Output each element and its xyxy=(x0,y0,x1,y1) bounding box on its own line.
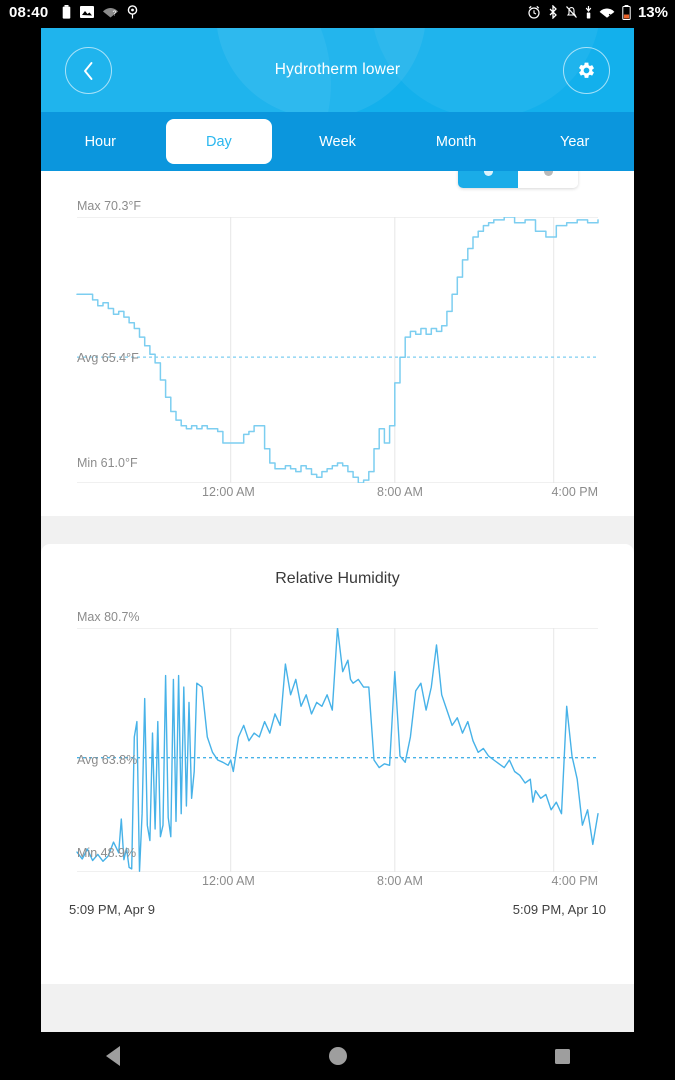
range-start-label: 5:09 PM, Apr 9 xyxy=(69,513,155,516)
tab-month[interactable]: Month xyxy=(397,112,516,171)
status-bar-right-icons: 13% xyxy=(527,4,668,21)
humidity-x-axis: 12:00 AM 8:00 AM 4:00 PM xyxy=(77,872,598,894)
app-window: Hydrotherm lower Hour Day Week Month Yea… xyxy=(41,28,634,1032)
gear-icon xyxy=(579,62,594,78)
x-tick-label: 12:00 AM xyxy=(202,874,255,888)
period-tab-bar[interactable]: Hour Day Week Month Year xyxy=(41,112,634,171)
nav-home-button[interactable] xyxy=(308,1032,368,1080)
x-tick-label: 4:00 PM xyxy=(551,485,598,499)
humidity-chart-card: Relative Humidity Max 80.7% Avg 63.8% Mi… xyxy=(41,544,634,984)
alarm-icon xyxy=(528,5,540,19)
tab-label: Month xyxy=(435,133,477,150)
temperature-plot: Max 70.3°F Avg 65.4°F Min 61.0°F xyxy=(41,171,634,483)
tab-hour[interactable]: Hour xyxy=(41,112,160,171)
tab-label: Year xyxy=(560,133,590,150)
range-end-label: 5:09 PM, Apr 10 xyxy=(512,902,606,917)
battery-low-icon xyxy=(622,4,631,20)
wifi-question-icon: ? xyxy=(103,8,119,18)
bluetooth-icon xyxy=(549,5,557,19)
back-triangle-icon xyxy=(105,1046,120,1066)
status-bar-left-icons: ? xyxy=(62,5,138,19)
back-button[interactable] xyxy=(65,47,112,94)
nav-back-button[interactable] xyxy=(83,1032,143,1080)
status-bar-clock: 08:40 xyxy=(9,3,49,21)
temperature-line-chart xyxy=(76,217,599,483)
temperature-range-row: 5:09 PM, Apr 9 5:09 PM, Apr 10 xyxy=(63,513,612,516)
temperature-x-axis: 12:00 AM 8:00 AM 4:00 PM xyxy=(77,483,598,505)
image-icon xyxy=(80,6,95,18)
range-start-label: 5:09 PM, Apr 9 xyxy=(69,902,155,917)
humidity-range-row: 5:09 PM, Apr 9 5:09 PM, Apr 10 xyxy=(63,902,612,928)
battery-icon xyxy=(63,5,71,19)
tab-label: Day xyxy=(205,133,232,150)
tab-label: Week xyxy=(319,133,356,150)
notifications-off-icon xyxy=(565,6,577,18)
scroll-content[interactable]: Max 70.3°F Avg 65.4°F Min 61.0°F 12:00 A… xyxy=(41,171,634,1032)
tab-label: Hour xyxy=(84,133,117,150)
card-separator xyxy=(41,516,634,544)
content-bottom-filler xyxy=(41,984,634,1032)
x-tick-label: 8:00 AM xyxy=(377,485,423,499)
android-nav-bar[interactable] xyxy=(0,1032,675,1080)
settings-button[interactable] xyxy=(563,47,610,94)
humidity-plot: Max 80.7% Avg 63.8% Min 48.9% xyxy=(41,588,634,872)
wifi-off-icon xyxy=(599,8,615,18)
temperature-chart-card: Max 70.3°F Avg 65.4°F Min 61.0°F 12:00 A… xyxy=(41,171,634,516)
tab-week[interactable]: Week xyxy=(278,112,397,171)
humidity-line-chart xyxy=(76,628,599,872)
nav-recents-button[interactable] xyxy=(533,1032,593,1080)
recents-square-icon xyxy=(555,1048,570,1064)
x-tick-label: 12:00 AM xyxy=(202,485,255,499)
battery-percent-label: 13% xyxy=(637,3,668,21)
svg-text:?: ? xyxy=(113,11,117,18)
tab-day[interactable]: Day xyxy=(160,112,279,171)
home-circle-icon xyxy=(328,1047,347,1065)
range-end-label: 5:09 PM, Apr 10 xyxy=(513,513,606,516)
app-header: Hydrotherm lower xyxy=(41,28,634,112)
status-bar: 08:40 ? 13% xyxy=(0,0,675,24)
page-title: Hydrotherm lower xyxy=(274,61,401,78)
humidity-chart-title: Relative Humidity xyxy=(275,570,400,587)
x-tick-label: 4:00 PM xyxy=(551,874,598,888)
x-tick-label: 8:00 AM xyxy=(377,874,423,888)
vibrate-icon xyxy=(585,6,592,19)
chevron-left-icon xyxy=(84,61,93,80)
temperature-max-label: Max 70.3°F xyxy=(77,199,142,213)
location-icon xyxy=(128,5,138,19)
humidity-max-label: Max 80.7% xyxy=(77,610,140,624)
tab-year[interactable]: Year xyxy=(515,112,634,171)
